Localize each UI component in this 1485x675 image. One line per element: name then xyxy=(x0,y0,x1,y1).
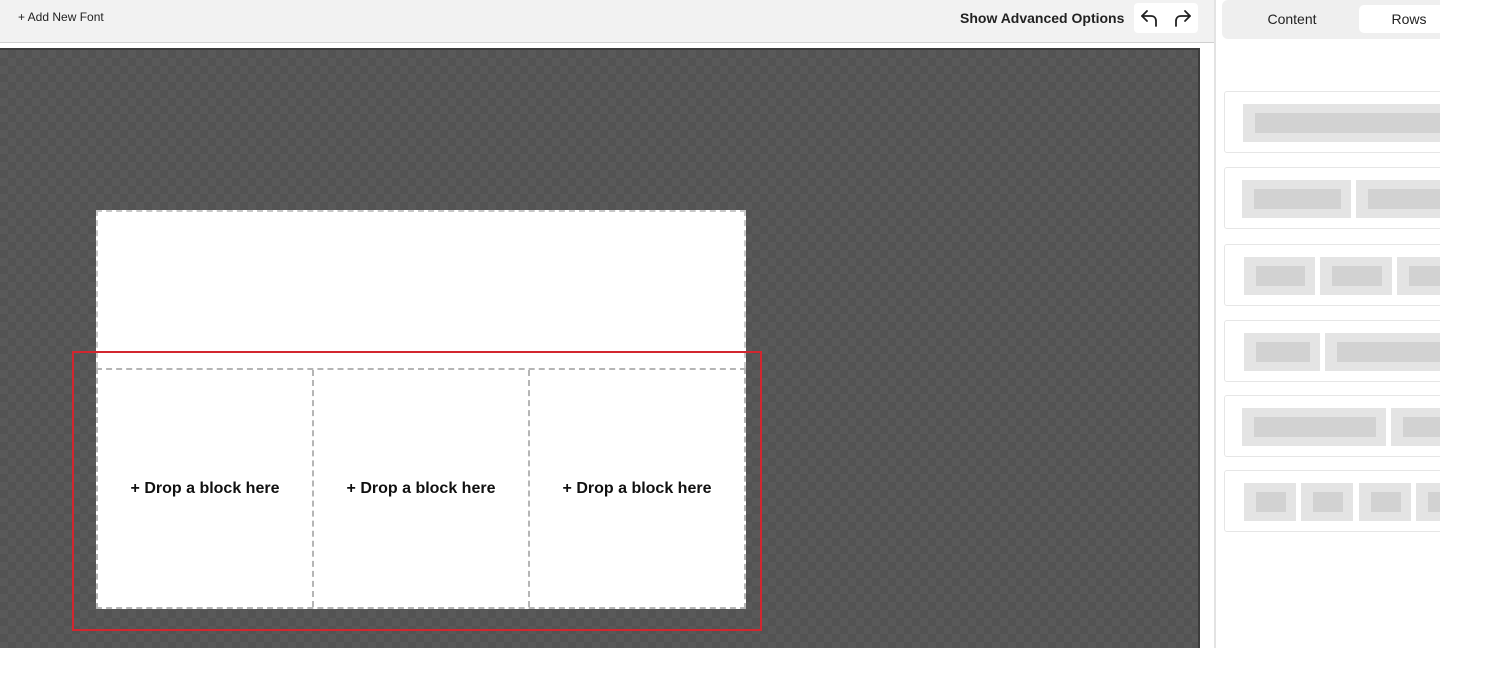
email-editor: + Add New Font Show Advanced Options + D… xyxy=(0,0,1485,675)
row-layout-cell xyxy=(1397,257,1440,295)
row-layout-cell xyxy=(1359,483,1411,521)
row-layout-option-4[interactable] xyxy=(1224,320,1440,382)
add-new-font-link[interactable]: + Add New Font xyxy=(18,10,104,24)
row-layout-cell xyxy=(1243,104,1440,142)
undo-button[interactable] xyxy=(1137,6,1163,30)
top-toolbar: + Add New Font Show Advanced Options xyxy=(0,0,1214,43)
row-layout-option-6[interactable] xyxy=(1224,470,1440,532)
row-layout-cell xyxy=(1416,483,1440,521)
drop-zone-column-1[interactable]: + Drop a block here xyxy=(98,370,314,607)
drop-zone-label: + Drop a block here xyxy=(130,479,280,497)
right-panel: Content Rows xyxy=(1216,0,1440,648)
row-layout-cell xyxy=(1244,333,1320,371)
row-layout-option-5[interactable] xyxy=(1224,395,1440,457)
redo-icon xyxy=(1175,10,1191,27)
tab-content[interactable]: Content xyxy=(1222,5,1362,33)
row-layout-option-1[interactable] xyxy=(1224,91,1440,153)
show-advanced-options-button[interactable]: Show Advanced Options xyxy=(960,10,1124,26)
row-layout-cell xyxy=(1356,180,1440,218)
row-layout-cell xyxy=(1320,257,1392,295)
panel-tabs: Content Rows xyxy=(1222,0,1440,39)
redo-button[interactable] xyxy=(1169,6,1195,30)
undo-redo-group xyxy=(1134,3,1198,33)
row-layout-cell xyxy=(1242,180,1351,218)
drop-zone-label: + Drop a block here xyxy=(562,479,712,497)
drop-zone-column-3[interactable]: + Drop a block here xyxy=(530,370,744,607)
row-layout-cell xyxy=(1301,483,1353,521)
row-layout-cell xyxy=(1244,483,1296,521)
row-layout-cell xyxy=(1242,408,1386,446)
row-layout-cell xyxy=(1244,257,1315,295)
row-layout-cell xyxy=(1325,333,1440,371)
tab-rows[interactable]: Rows xyxy=(1359,5,1440,33)
content-row-empty[interactable] xyxy=(96,210,746,368)
row-layout-cell xyxy=(1391,408,1440,446)
drop-zone-label: + Drop a block here xyxy=(346,479,496,497)
drop-zone-column-2[interactable]: + Drop a block here xyxy=(314,370,530,607)
three-column-row[interactable]: + Drop a block here + Drop a block here … xyxy=(96,368,746,609)
row-layout-option-2[interactable] xyxy=(1224,167,1440,229)
undo-icon xyxy=(1141,10,1157,27)
row-layout-option-3[interactable] xyxy=(1224,244,1440,306)
